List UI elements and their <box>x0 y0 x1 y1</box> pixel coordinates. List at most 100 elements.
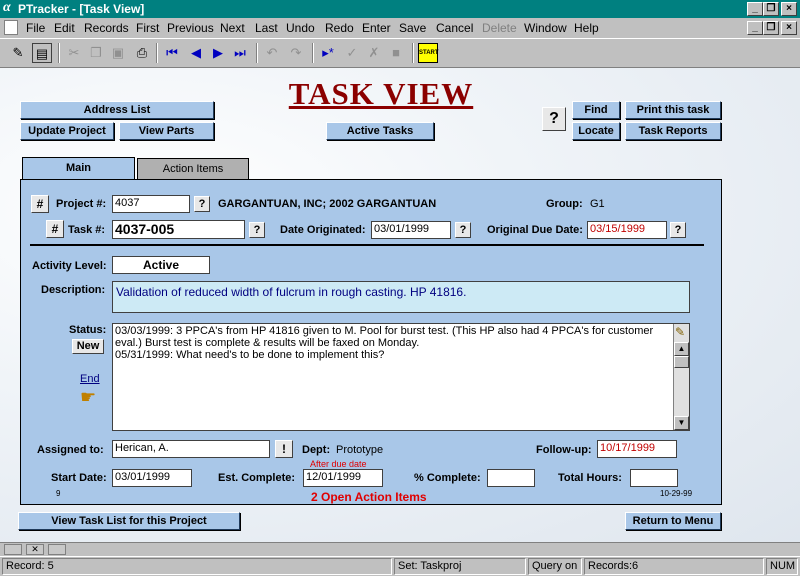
end-link[interactable]: End <box>80 373 100 385</box>
nav-strip: ✕ <box>0 542 800 556</box>
update-project-button[interactable]: Update Project <box>20 122 114 140</box>
task-number-field[interactable]: 4037-005 <box>112 220 245 239</box>
original-due-lookup-button[interactable]: ? <box>670 222 686 238</box>
record-indicator: Record: 5 <box>2 558 392 575</box>
est-complete-field[interactable]: 12/01/1999 <box>303 469 383 487</box>
menu-records[interactable]: Records <box>84 21 129 35</box>
description-field[interactable]: Validation of reduced width of fulcrum i… <box>112 281 690 313</box>
after-due-note: After due date <box>310 459 367 469</box>
menu-last[interactable]: Last <box>255 21 278 35</box>
toolbar: ✎ ▤ ✂ ❐ ▣ ⎙ ⏮ ◀ ▶ ⏭ ↶ ↷ ▸* ✓ ✗ ■ START <box>0 38 800 68</box>
stop-icon[interactable]: ■ <box>386 43 406 63</box>
total-hours-field[interactable] <box>630 469 678 487</box>
status-scrollbar[interactable]: ✎ ▲ ▼ <box>673 324 689 430</box>
company-name: GARGANTUAN, INC; 2002 GARGANTUAN <box>218 198 437 210</box>
original-due-field[interactable]: 03/15/1999 <box>587 221 667 239</box>
set-indicator: Set: Taskproj <box>394 558 526 575</box>
pointing-hand-icon[interactable]: ☛ <box>80 387 96 408</box>
followup-field[interactable]: 10/17/1999 <box>597 440 677 458</box>
start-date-field[interactable]: 03/01/1999 <box>112 469 192 487</box>
redo-icon[interactable]: ↷ <box>286 43 306 63</box>
save-record-icon[interactable]: ✓ <box>342 43 362 63</box>
menu-enter[interactable]: Enter <box>362 21 391 35</box>
document-icon[interactable] <box>4 20 18 35</box>
return-to-menu-button[interactable]: Return to Menu <box>625 512 721 530</box>
assigned-label: Assigned to: <box>37 444 104 456</box>
last-record-icon[interactable]: ⏭ <box>230 43 250 63</box>
tab-action-items[interactable]: Action Items <box>137 158 249 180</box>
address-list-button[interactable]: Address List <box>20 101 214 119</box>
status-memo[interactable]: 03/03/1999: 3 PPCA's from HP 41816 given… <box>112 323 690 431</box>
nav-box-icon[interactable] <box>4 544 22 555</box>
nav-box-icon[interactable] <box>48 544 66 555</box>
print-task-button[interactable]: Print this task <box>625 101 721 119</box>
pencil-icon[interactable]: ✎ <box>8 43 28 63</box>
cut-icon[interactable]: ✂ <box>64 43 84 63</box>
form-view-icon[interactable]: ▤ <box>32 43 52 63</box>
project-number-field[interactable]: 4037 <box>112 195 190 213</box>
menu-file[interactable]: File <box>26 21 45 35</box>
scroll-thumb[interactable] <box>674 356 689 368</box>
copy-icon[interactable]: ❐ <box>86 43 106 63</box>
status-line: 05/31/1999: What need's to be done to im… <box>115 349 385 361</box>
project-hash-button[interactable]: # <box>31 195 49 213</box>
doc-minimize-button[interactable]: _ <box>747 21 763 35</box>
records-count: Records:6 <box>584 558 764 575</box>
pct-complete-field[interactable] <box>487 469 535 487</box>
menu-cancel[interactable]: Cancel <box>436 21 473 35</box>
assigned-lookup-button[interactable]: ! <box>275 440 293 458</box>
close-button[interactable]: × <box>781 2 797 16</box>
app-logo-icon: α <box>3 0 11 15</box>
task-reports-button[interactable]: Task Reports <box>625 122 721 140</box>
menu-window[interactable]: Window <box>524 21 567 35</box>
group-value: G1 <box>590 198 605 210</box>
open-action-items[interactable]: 2 Open Action Items <box>311 490 427 504</box>
view-task-list-button[interactable]: View Task List for this Project <box>18 512 240 530</box>
tab-main[interactable]: Main <box>22 157 135 180</box>
title-bar: α PTracker - [Task View] _ ❐ × <box>0 0 800 18</box>
menu-first[interactable]: First <box>136 21 159 35</box>
minimize-button[interactable]: _ <box>747 2 763 16</box>
menu-help[interactable]: Help <box>574 21 599 35</box>
paste-icon[interactable]: ▣ <box>108 43 128 63</box>
help-button[interactable]: ? <box>542 107 566 131</box>
doc-restore-button[interactable]: ❐ <box>763 21 779 35</box>
date-originated-lookup-button[interactable]: ? <box>455 222 471 238</box>
task-lookup-button[interactable]: ? <box>249 222 265 238</box>
new-record-icon[interactable]: ▸* <box>318 43 338 63</box>
restore-button[interactable]: ❐ <box>763 2 779 16</box>
delete-record-icon[interactable]: ✗ <box>364 43 384 63</box>
status-line: 03/03/1999: 3 PPCA's from HP 41816 given… <box>115 325 654 337</box>
status-line: eval.) Burst test is complete & results … <box>115 337 420 349</box>
menu-save[interactable]: Save <box>399 21 426 35</box>
scroll-down-button[interactable]: ▼ <box>674 416 689 430</box>
assigned-field[interactable]: Herican, A. <box>112 440 270 458</box>
edit-pencil-icon[interactable]: ✎ <box>675 325 685 339</box>
doc-close-button[interactable]: × <box>781 21 797 35</box>
followup-label: Follow-up: <box>536 444 592 456</box>
next-record-icon[interactable]: ▶ <box>208 43 228 63</box>
find-button[interactable]: Find <box>572 101 620 119</box>
active-tasks-button[interactable]: Active Tasks <box>326 122 434 140</box>
previous-record-icon[interactable]: ◀ <box>186 43 206 63</box>
view-parts-button[interactable]: View Parts <box>119 122 214 140</box>
undo-icon[interactable]: ↶ <box>262 43 282 63</box>
nav-cross-icon[interactable]: ✕ <box>26 544 44 555</box>
menu-next[interactable]: Next <box>220 21 245 35</box>
menu-edit[interactable]: Edit <box>54 21 75 35</box>
date-originated-field[interactable]: 03/01/1999 <box>371 221 451 239</box>
activity-field[interactable]: Active <box>112 256 210 274</box>
task-label: Task #: <box>68 224 106 236</box>
locate-button[interactable]: Locate <box>572 122 620 140</box>
dept-label: Dept: <box>302 444 331 456</box>
print-icon[interactable]: ⎙ <box>132 43 152 63</box>
scroll-up-button[interactable]: ▲ <box>674 342 689 356</box>
new-status-button[interactable]: New <box>72 339 104 354</box>
menu-undo[interactable]: Undo <box>286 21 315 35</box>
first-record-icon[interactable]: ⏮ <box>162 43 182 63</box>
start-icon[interactable]: START <box>418 43 439 63</box>
menu-previous[interactable]: Previous <box>167 21 214 35</box>
task-hash-button[interactable]: # <box>46 220 64 238</box>
project-lookup-button[interactable]: ? <box>194 196 210 212</box>
menu-redo[interactable]: Redo <box>325 21 354 35</box>
